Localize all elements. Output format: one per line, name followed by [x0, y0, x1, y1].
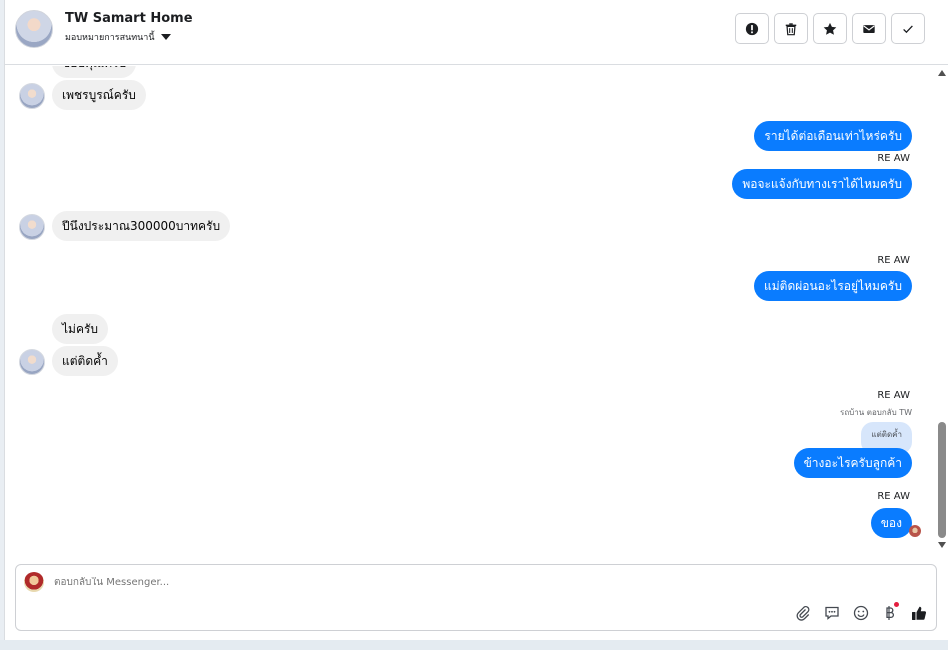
outgoing-message-bubble[interactable]: ข้างอะไรครับลูกค้า	[793, 448, 912, 478]
seen-avatar	[909, 525, 921, 537]
caret-down-icon	[160, 34, 171, 40]
incoming-message-bubble[interactable]: ขอบคุณครับ	[52, 66, 137, 78]
contact-avatar[interactable]	[15, 10, 53, 48]
message-scrollbar[interactable]	[935, 66, 948, 554]
saved-replies-button[interactable]	[823, 604, 841, 622]
outgoing-message-bubble[interactable]: รายได้ต่อเดือนเท่าไหร่ครับ	[754, 121, 912, 151]
conversation-panel: TW Samart Home มอบหมายการสนทนานี้ ข	[4, 0, 948, 640]
assign-conversation-dropdown[interactable]: มอบหมายการสนทนานี้	[65, 30, 171, 44]
reply-input[interactable]	[54, 577, 754, 588]
outgoing-message-bubble[interactable]: แม่ติดผ่อนอะไรอยู่ไหมครับ	[754, 271, 912, 301]
composer-tools	[794, 602, 928, 622]
incoming-message-bubble[interactable]: ปีนึงประมาณ300000บาทครับ	[52, 211, 231, 241]
incoming-message-bubble[interactable]: ไม่ครับ	[52, 314, 109, 344]
sender-label: RE AW	[877, 153, 910, 164]
incoming-message-bubble[interactable]: เพชรบูรณ์ครับ	[52, 80, 146, 110]
contact-avatar-small	[19, 214, 45, 240]
sender-label: RE AW	[877, 390, 910, 401]
message-list[interactable]: ขอบคุณครับ เพชรบูรณ์ครับ รายได้ต่อเดือนเ…	[5, 66, 935, 554]
star-icon	[823, 22, 837, 35]
assign-label: มอบหมายการสนทนานี้	[65, 33, 155, 43]
reply-composer	[15, 564, 937, 631]
contact-avatar-small	[19, 83, 45, 109]
payment-button[interactable]	[881, 602, 899, 622]
conversation-toolbar	[735, 13, 925, 44]
attach-button[interactable]	[794, 604, 812, 622]
mark-unread-button[interactable]	[852, 13, 886, 44]
alert-icon	[745, 22, 759, 35]
paperclip-icon	[796, 605, 810, 621]
page-footer-strip	[0, 640, 948, 650]
outgoing-message-bubble[interactable]: พอจะแจ้งกับทางเราได้ไหมครับ	[732, 169, 912, 199]
emoji-icon	[853, 605, 869, 621]
check-icon	[903, 24, 913, 33]
emoji-button[interactable]	[852, 604, 870, 622]
mark-done-button[interactable]	[891, 13, 925, 44]
scroll-thumb[interactable]	[938, 422, 946, 538]
conversation-header: TW Samart Home มอบหมายการสนทนานี้	[5, 0, 948, 65]
mail-icon	[863, 24, 875, 33]
baht-icon	[886, 606, 895, 620]
reply-context-note: รถบ้าน ตอบกลับ TW	[840, 408, 912, 417]
star-button[interactable]	[813, 13, 847, 44]
outgoing-message-bubble[interactable]: ของ	[870, 508, 912, 538]
trash-icon	[785, 22, 797, 35]
sender-label: RE AW	[877, 491, 910, 502]
like-button[interactable]	[910, 604, 928, 622]
scroll-up-arrow-icon[interactable]	[938, 70, 946, 76]
notification-dot	[894, 602, 899, 607]
incoming-message-bubble[interactable]: แต่ติดค้ำ	[52, 346, 118, 376]
contact-avatar-small	[19, 349, 45, 375]
like-icon	[912, 606, 927, 620]
sender-label: RE AW	[877, 255, 910, 266]
delete-button[interactable]	[774, 13, 808, 44]
contact-name[interactable]: TW Samart Home	[65, 11, 193, 26]
page-avatar	[24, 572, 44, 592]
chat-icon	[825, 606, 839, 620]
mark-spam-button[interactable]	[735, 13, 769, 44]
scroll-down-arrow-icon[interactable]	[938, 542, 946, 548]
